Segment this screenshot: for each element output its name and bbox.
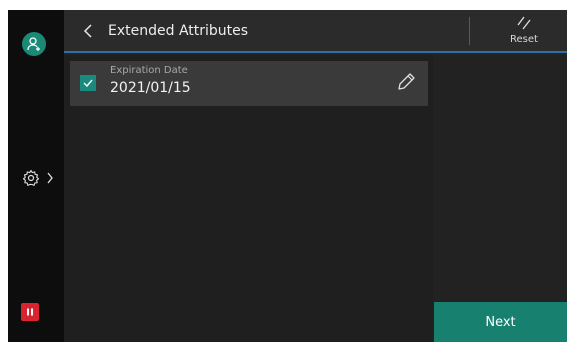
settings-icon bbox=[22, 169, 40, 186]
pencil-icon bbox=[398, 73, 415, 90]
user-button[interactable] bbox=[22, 32, 46, 56]
device-screen: Extended Attributes Reset Expiration Dat… bbox=[8, 10, 567, 342]
header-bar: Extended Attributes Reset bbox=[64, 10, 567, 53]
list-item[interactable]: Expiration Date 2021/01/15 bbox=[70, 61, 428, 106]
pause-button[interactable] bbox=[21, 303, 39, 321]
reset-button[interactable]: Reset bbox=[494, 14, 554, 52]
reset-label: Reset bbox=[510, 34, 538, 45]
chevron-right-icon bbox=[47, 172, 53, 184]
attribute-checkbox[interactable] bbox=[80, 75, 96, 91]
pause-icon bbox=[27, 308, 33, 316]
back-icon bbox=[83, 24, 92, 38]
edit-button[interactable] bbox=[394, 70, 418, 94]
left-rail bbox=[8, 10, 64, 342]
page-title: Extended Attributes bbox=[108, 23, 249, 39]
back-button[interactable] bbox=[78, 20, 98, 42]
attribute-label: Expiration Date bbox=[110, 65, 188, 76]
settings-button[interactable] bbox=[22, 167, 62, 189]
attribute-value: 2021/01/15 bbox=[110, 80, 191, 96]
attribute-list: Expiration Date 2021/01/15 bbox=[64, 55, 433, 342]
next-button[interactable]: Next bbox=[434, 302, 567, 342]
side-panel bbox=[433, 55, 567, 342]
reset-icon bbox=[517, 16, 531, 30]
user-icon bbox=[27, 37, 40, 51]
checkmark-icon bbox=[83, 79, 93, 87]
main-panel: Extended Attributes Reset Expiration Dat… bbox=[64, 10, 567, 342]
header-divider bbox=[469, 17, 470, 45]
